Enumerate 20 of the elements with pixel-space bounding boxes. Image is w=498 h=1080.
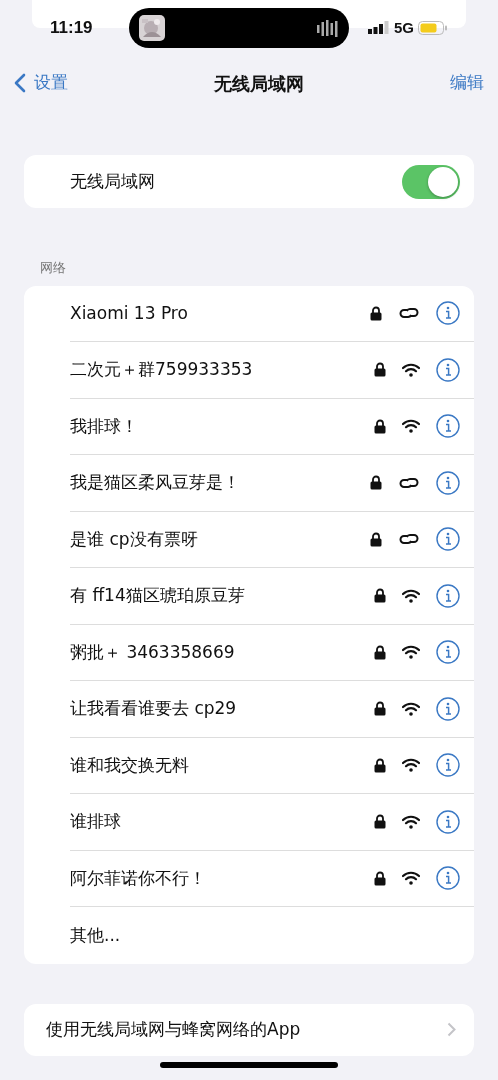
network-name[interactable]: 阿尔菲诺你不行！: [70, 865, 374, 891]
network-type: 5G: [393, 17, 414, 38]
section-header: 网络: [40, 259, 67, 277]
back-button[interactable]: 设置: [14, 70, 68, 96]
other-network[interactable]: 其他...: [70, 922, 460, 948]
edit-button[interactable]: 编辑: [450, 70, 484, 96]
network-name[interactable]: 粥批＋ 3463358669: [70, 639, 374, 665]
network-name[interactable]: Xiaomi 13 Pro: [70, 300, 370, 326]
wifi-label: 无线局域网: [70, 169, 155, 193]
network-name[interactable]: 谁排球: [70, 809, 374, 835]
network-name[interactable]: 我排球！: [70, 413, 374, 439]
network-name[interactable]: 谁和我交换无料: [70, 752, 374, 778]
network-name[interactable]: 我是猫区柔风豆芽是！: [70, 470, 370, 496]
page-title: 无线局域网: [214, 71, 304, 96]
network-name[interactable]: 是谁 cp没有票呀: [70, 526, 370, 552]
status-time: 11:19: [50, 17, 94, 40]
network-name[interactable]: 二次元＋群759933353: [70, 357, 374, 383]
network-name[interactable]: 有 ff14猫区琥珀原豆芽: [70, 583, 374, 609]
apps-row[interactable]: 使用无线局域网与蜂窝网络的App: [24, 1003, 474, 1056]
network-name[interactable]: 让我看看谁要去 cp29: [70, 696, 374, 722]
